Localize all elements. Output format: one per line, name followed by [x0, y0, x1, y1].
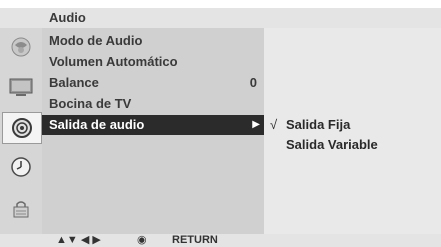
- submenu-item-label: Salida Variable: [286, 137, 378, 152]
- tv-osd-screen: Audio Modo de Audio Volumen Automático B…: [0, 0, 441, 247]
- menu-item-label: Modo de Audio: [49, 33, 143, 48]
- menu-item-volumen-automatico[interactable]: Volumen Automático: [49, 52, 262, 72]
- menu-item-label: Balance: [49, 75, 99, 90]
- checkmark-icon: √: [270, 117, 278, 132]
- clock-icon: [11, 157, 31, 177]
- menu-item-modo-de-audio[interactable]: Modo de Audio: [49, 31, 262, 51]
- navigation-arrows-icon: ▲▼ ◀ ▶: [56, 234, 101, 246]
- menu-item-salida-de-audio[interactable]: Salida de audio ▶: [42, 115, 264, 135]
- menu-item-label: Salida de audio: [49, 117, 145, 132]
- submenu-item-salida-variable[interactable]: Salida Variable: [270, 137, 378, 157]
- sidebar-item-lock[interactable]: [4, 194, 38, 224]
- submenu-item-label: Salida Fija: [286, 117, 351, 132]
- category-sidebar: [0, 28, 42, 234]
- sidebar-item-time[interactable]: [4, 152, 38, 182]
- audio-output-submenu: √ Salida Fija Salida Variable: [264, 28, 441, 234]
- remote-help-bar: ▲▼ ◀ ▶ ◉ RETURN: [0, 234, 441, 247]
- sidebar-item-audio[interactable]: [2, 112, 42, 144]
- menu-title: Audio: [49, 10, 86, 25]
- sidebar-item-picture[interactable]: [4, 32, 38, 62]
- ok-button-icon: ◉: [137, 234, 147, 246]
- sidebar-item-screen[interactable]: [4, 72, 38, 102]
- menu-item-label: Volumen Automático: [49, 54, 178, 69]
- balance-value: 0: [249, 75, 257, 90]
- submenu-item-salida-fija[interactable]: √ Salida Fija: [270, 117, 350, 137]
- submenu-arrow-icon: ▶: [252, 119, 260, 130]
- menu-item-bocina-de-tv[interactable]: Bocina de TV: [49, 94, 262, 114]
- audio-menu: Modo de Audio Volumen Automático Balance…: [42, 28, 264, 234]
- lock-icon: [13, 201, 29, 218]
- return-hint: RETURN: [172, 234, 218, 246]
- picture-icon: [11, 37, 31, 57]
- audio-icon: [12, 118, 32, 138]
- menu-header: Audio: [0, 8, 441, 28]
- menu-item-balance[interactable]: Balance 0: [49, 73, 262, 93]
- menu-item-label: Bocina de TV: [49, 96, 132, 111]
- tv-screen-icon: [9, 78, 33, 96]
